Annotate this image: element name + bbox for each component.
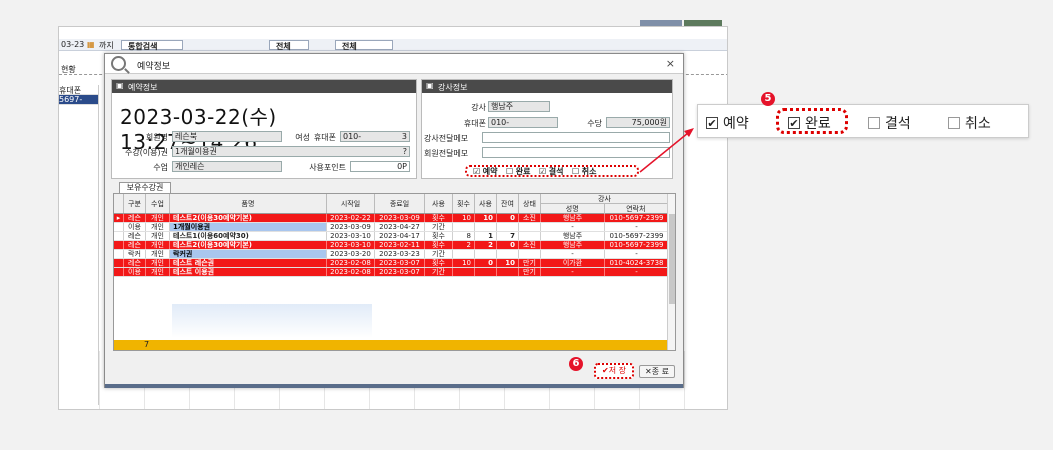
zoom-absent[interactable]: 결석 — [868, 113, 911, 133]
status-zoom-callout: ✔ 예약 ✔ 완료 결석 취소 — [697, 104, 1029, 138]
callout-arrow — [639, 128, 694, 173]
zoom-reserve[interactable]: ✔ 예약 — [706, 113, 749, 133]
step-badge-5: 5 — [761, 92, 775, 106]
zoom-complete[interactable]: ✔ 완료 — [788, 113, 831, 133]
zoom-cancel[interactable]: 취소 — [948, 113, 991, 133]
